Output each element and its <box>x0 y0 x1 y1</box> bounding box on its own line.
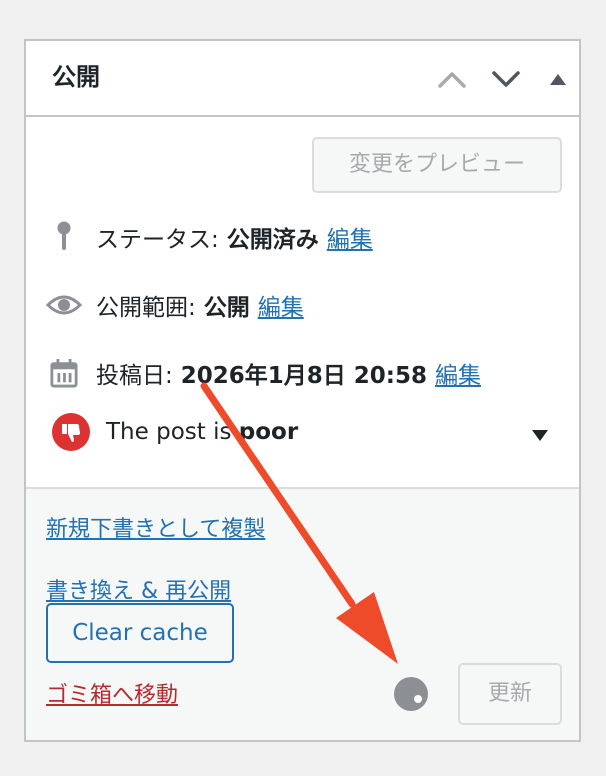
publish-box-title: 公開 <box>52 63 100 91</box>
move-to-trash-link[interactable]: ゴミ箱へ移動 <box>46 677 178 709</box>
status-edit-link[interactable]: 編集 <box>327 220 373 254</box>
collapse-panel-button[interactable] <box>538 59 578 99</box>
seo-score-text: The post is <box>106 419 239 445</box>
chevron-down-icon <box>492 71 520 87</box>
dropdown-triangle-icon <box>532 430 548 441</box>
publish-box-header: 公開 <box>26 41 579 117</box>
loading-spinner-icon <box>394 677 428 711</box>
visibility-label: 公開範囲: <box>96 295 196 321</box>
rewrite-republish-link[interactable]: 書き換え & 再公開 <box>46 573 231 605</box>
pin-icon <box>50 217 78 257</box>
status-value: 公開済み <box>226 227 319 253</box>
calendar-icon <box>50 353 78 393</box>
move-up-button[interactable] <box>432 59 472 99</box>
publish-date-value: 2026年1月8日 20:58 <box>180 363 427 389</box>
publish-box: 公開 変更をプレビュー ステータス: 公開済み 編集 公開範囲: 公開 編集 投… <box>24 39 581 742</box>
move-down-button[interactable] <box>486 59 526 99</box>
visibility-value: 公開 <box>203 295 250 321</box>
chevron-up-icon <box>438 72 466 88</box>
collapse-triangle-icon <box>550 74 566 85</box>
eye-icon <box>46 285 82 325</box>
thumbs-down-icon <box>52 413 90 451</box>
duplicate-as-draft-link[interactable]: 新規下書きとして複製 <box>46 511 265 543</box>
visibility-row: 公開範囲: 公開 編集 <box>46 285 304 325</box>
publish-date-row: 投稿日: 2026年1月8日 20:58 編集 <box>50 353 481 393</box>
publish-date-edit-link[interactable]: 編集 <box>435 356 481 390</box>
status-row: ステータス: 公開済み 編集 <box>50 217 373 257</box>
visibility-edit-link[interactable]: 編集 <box>258 288 304 322</box>
clear-cache-button[interactable]: Clear cache <box>46 603 234 663</box>
update-button[interactable]: 更新 <box>458 663 562 725</box>
seo-score-row: The post is poor <box>52 411 298 453</box>
preview-changes-button[interactable]: 変更をプレビュー <box>312 137 562 193</box>
publish-date-label: 投稿日: <box>96 363 173 389</box>
seo-score-rating: poor <box>238 419 299 445</box>
seo-details-toggle[interactable] <box>530 427 550 443</box>
status-label: ステータス: <box>96 227 219 253</box>
publish-actions-footer: 新規下書きとして複製 書き換え & 再公開 Clear cache ゴミ箱へ移動… <box>26 487 579 740</box>
